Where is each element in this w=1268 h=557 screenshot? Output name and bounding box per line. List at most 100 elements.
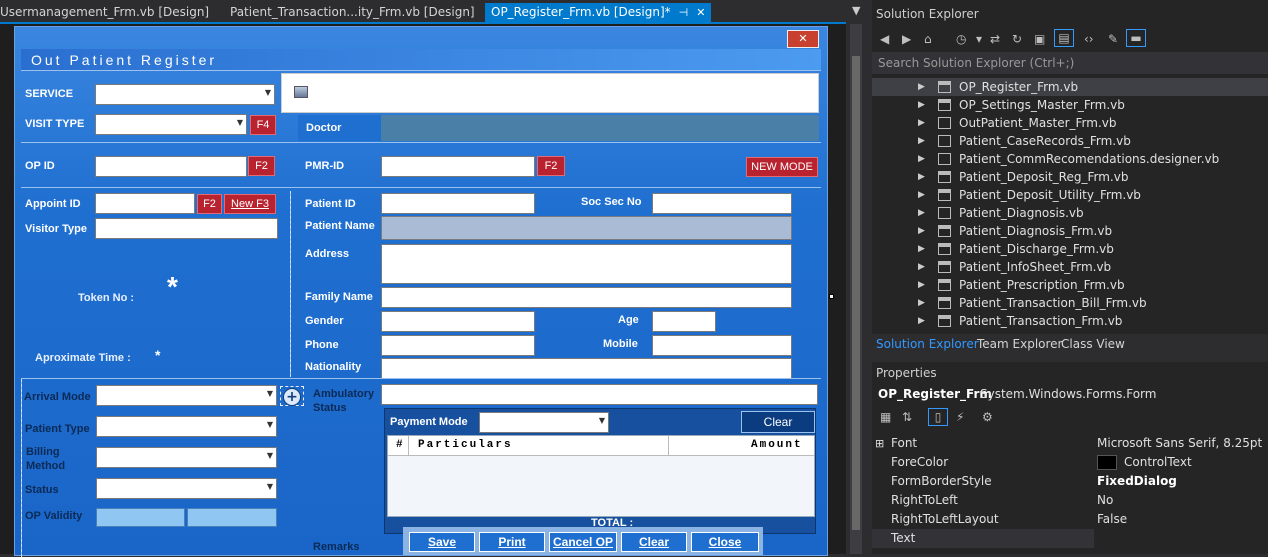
gender-input[interactable]	[381, 311, 535, 332]
tab-patient-transaction[interactable]: Patient_Transaction...ity_Frm.vb [Design…	[230, 3, 475, 22]
property-row[interactable]: ⊞ Font Microsoft Sans Serif, 8.25pt	[872, 434, 1268, 453]
sync-icon[interactable]: ⇄	[990, 32, 1000, 46]
close-button[interactable]: Close	[691, 532, 759, 552]
solution-item[interactable]: ▶ OP_Settings_Master_Frm.vb	[872, 96, 1268, 114]
arrival-mode-combo[interactable]: ▼	[96, 385, 277, 406]
tab-overflow-icon[interactable]: ▼	[852, 4, 860, 17]
cancel-op-button[interactable]: Cancel OP	[549, 532, 617, 552]
collapse-all-icon[interactable]: ▣	[1034, 32, 1045, 46]
tab-team-explorer[interactable]: Team Explorer	[977, 337, 1063, 351]
property-pages-icon[interactable]: ⚙	[982, 410, 993, 424]
properties-icon[interactable]: ▯	[928, 408, 948, 426]
history-icon[interactable]: ◷	[956, 32, 966, 46]
visitor-type-input[interactable]	[95, 218, 278, 239]
phone-input[interactable]	[381, 335, 535, 356]
expand-arrow-icon[interactable]: ▶	[918, 222, 925, 240]
solution-item[interactable]: ▶ Patient_InfoSheet_Frm.vb	[872, 258, 1268, 276]
events-icon[interactable]: ⚡	[956, 410, 964, 424]
family-name-input[interactable]	[381, 287, 792, 308]
op-id-f2-button[interactable]: F2	[248, 156, 275, 176]
tab-solution-explorer[interactable]: Solution Explorer	[876, 337, 979, 351]
solution-item[interactable]: ▶ Patient_CommRecomendations.designer.vb	[872, 150, 1268, 168]
ambulatory-status-input[interactable]	[381, 384, 818, 405]
tab-class-view[interactable]: Class View	[1061, 337, 1125, 351]
home-icon[interactable]: ⌂	[924, 32, 932, 46]
expand-icon[interactable]: ⊞	[875, 434, 884, 453]
properties-wrench-icon[interactable]: ✎	[1108, 32, 1118, 46]
mobile-input[interactable]	[652, 335, 792, 356]
expand-arrow-icon[interactable]: ▶	[918, 312, 925, 330]
expand-arrow-icon[interactable]: ▶	[918, 204, 925, 222]
expand-arrow-icon[interactable]: ▶	[918, 240, 925, 258]
pmr-id-input[interactable]	[381, 156, 535, 177]
op-validity-to[interactable]	[187, 508, 277, 527]
solution-item[interactable]: ▶ Patient_CaseRecords_Frm.vb	[872, 132, 1268, 150]
solution-item[interactable]: ▶ Patient_Discharge_Frm.vb	[872, 240, 1268, 258]
categorized-icon[interactable]: ▦	[880, 410, 891, 424]
nationality-input[interactable]	[381, 358, 792, 379]
property-row[interactable]: FormBorderStyle FixedDialog	[872, 472, 1268, 491]
expand-arrow-icon[interactable]: ▶	[918, 96, 925, 114]
expand-arrow-icon[interactable]: ▶	[918, 186, 925, 204]
close-tab-icon[interactable]: ✕	[696, 6, 705, 19]
solution-search-input[interactable]: Search Solution Explorer (Ctrl+;)	[872, 52, 1268, 74]
expand-arrow-icon[interactable]: ▶	[918, 276, 925, 294]
solution-item[interactable]: ▶ OutPatient_Master_Frm.vb	[872, 114, 1268, 132]
expand-arrow-icon[interactable]: ▶	[918, 168, 925, 186]
solution-item[interactable]: ▶ Patient_Deposit_Utility_Frm.vb	[872, 186, 1268, 204]
service-combo[interactable]: ▼	[95, 84, 275, 105]
solution-item[interactable]: ▶ Patient_Prescription_Frm.vb	[872, 276, 1268, 294]
billing-method-combo[interactable]: ▼	[96, 447, 277, 468]
expand-arrow-icon[interactable]: ▶	[918, 258, 925, 276]
patient-id-input[interactable]	[381, 193, 535, 214]
scrollbar-thumb[interactable]	[852, 56, 860, 530]
f4-button[interactable]: F4	[250, 115, 276, 135]
pin-icon[interactable]: ⊣	[679, 6, 689, 19]
visit-type-combo[interactable]: ▼	[95, 114, 247, 135]
solution-item[interactable]: ▶ Patient_Deposit_Reg_Frm.vb	[872, 168, 1268, 186]
add-arrival-mode-button[interactable]: +	[283, 388, 301, 406]
properties-object-selector[interactable]: OP_Register_Frm System.Windows.Forms.For…	[872, 384, 1268, 404]
view-code-icon[interactable]: ‹›	[1084, 32, 1094, 46]
tab-op-register[interactable]: OP_Register_Frm.vb [Design]* ⊣ ✕	[485, 3, 712, 22]
save-button[interactable]: Save	[409, 532, 475, 552]
property-row[interactable]: RightToLeftLayout False	[872, 510, 1268, 529]
patient-name-input[interactable]	[381, 216, 792, 240]
designer-vertical-scrollbar[interactable]	[850, 24, 862, 554]
property-row[interactable]: RightToLeft No	[872, 491, 1268, 510]
particulars-grid[interactable]: # Particulars Amount	[387, 435, 815, 517]
print-button[interactable]: Print	[479, 532, 545, 552]
expand-arrow-icon[interactable]: ▶	[918, 114, 925, 132]
resize-handle[interactable]	[829, 294, 834, 299]
solution-item[interactable]: ▶ Patient_Transaction_Bill_Frm.vb	[872, 294, 1268, 312]
patient-type-combo[interactable]: ▼	[96, 416, 277, 437]
solution-item[interactable]: ▶ Patient_Diagnosis_Frm.vb	[872, 222, 1268, 240]
appoint-id-input[interactable]	[95, 193, 195, 214]
soc-sec-no-input[interactable]	[652, 193, 792, 214]
payment-mode-combo[interactable]: ▼	[479, 412, 609, 433]
payment-clear-button[interactable]: Clear	[741, 411, 815, 433]
status-combo[interactable]: ▼	[96, 478, 277, 499]
appoint-f2-button[interactable]: F2	[197, 194, 222, 214]
solution-item[interactable]: ▶ Patient_Transaction_Frm.vb	[872, 312, 1268, 330]
op-validity-from[interactable]	[96, 508, 185, 527]
expand-arrow-icon[interactable]: ▶	[918, 78, 925, 96]
alphabetical-icon[interactable]: ⇅	[902, 410, 912, 424]
address-input[interactable]	[381, 244, 792, 284]
dropdown-icon[interactable]: ▾	[976, 32, 982, 46]
clear-button[interactable]: Clear	[621, 532, 687, 552]
back-icon[interactable]: ◀	[880, 32, 889, 46]
preview-icon[interactable]: ▬	[1126, 29, 1146, 47]
property-row[interactable]: ForeColor ControlText	[872, 453, 1268, 472]
new-mode-button[interactable]: NEW MODE	[746, 157, 818, 177]
refresh-icon[interactable]: ↻	[1012, 32, 1022, 46]
op-id-input[interactable]	[95, 156, 247, 177]
show-all-files-icon[interactable]: ▤	[1054, 29, 1074, 47]
op-register-form[interactable]: Out Patient Register ✕ SERVICE ▼ VISIT T…	[14, 26, 828, 557]
expand-arrow-icon[interactable]: ▶	[918, 132, 925, 150]
property-row[interactable]: Text	[872, 529, 1268, 548]
expand-arrow-icon[interactable]: ▶	[918, 294, 925, 312]
age-input[interactable]	[652, 311, 716, 332]
expand-arrow-icon[interactable]: ▶	[918, 150, 925, 168]
form-close-button[interactable]: ✕	[787, 30, 819, 48]
